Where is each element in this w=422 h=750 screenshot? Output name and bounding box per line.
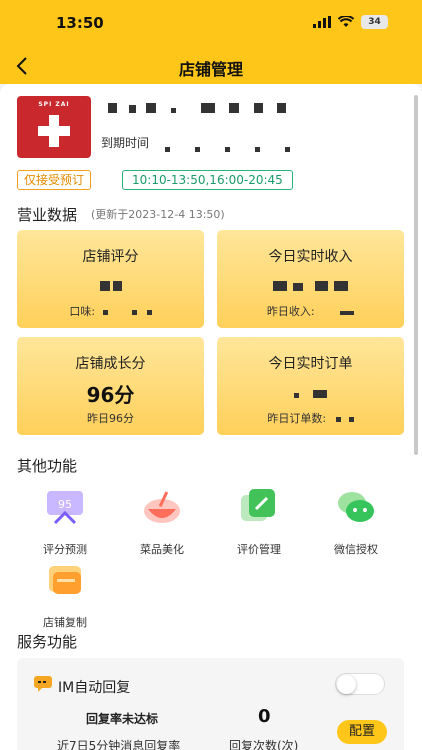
service-functions-title: 服务功能 xyxy=(17,633,78,651)
business-data-title: 营业数据 xyxy=(17,206,78,224)
func-score-predict[interactable]: 95 评分预测 xyxy=(25,487,105,557)
func-label: 微信授权 xyxy=(334,543,378,556)
logo-text: SPI ZAI xyxy=(38,101,70,108)
signal-icon xyxy=(313,16,331,28)
wifi-icon xyxy=(338,16,354,27)
shop-copy-icon xyxy=(49,566,81,594)
logo-mark-icon xyxy=(38,115,70,147)
toggle-knob xyxy=(337,675,356,694)
business-hours-tag: 10:10-13:50,16:00-20:45 xyxy=(122,170,293,190)
stat-sub-label: 昨日订单数: xyxy=(267,412,327,425)
stat-sub: 昨日96分 xyxy=(87,412,134,425)
chat-bubble-icon xyxy=(34,676,52,692)
func-label: 店铺复制 xyxy=(43,616,87,629)
shop-rating-card[interactable]: 店铺评分 口味: xyxy=(17,230,204,328)
scrollbar[interactable] xyxy=(414,95,418,455)
func-label: 菜品美化 xyxy=(140,543,184,556)
stat-value: 96分 xyxy=(86,383,135,407)
func-wechat-auth[interactable]: 微信授权 xyxy=(316,487,396,557)
func-shop-copy[interactable]: 店铺复制 xyxy=(25,560,105,630)
shop-logo[interactable]: SPI ZAI xyxy=(17,96,91,158)
review-manage-icon xyxy=(241,489,275,521)
wechat-icon xyxy=(338,492,374,522)
yesterday-income: 昨日收入: xyxy=(217,303,404,319)
other-functions-title: 其他功能 xyxy=(17,457,78,475)
func-label: 评价管理 xyxy=(237,543,281,556)
battery-level: 34 xyxy=(368,17,381,27)
stat-value-obscured xyxy=(217,272,404,296)
score-predict-icon: 95 xyxy=(47,491,83,525)
stat-title: 今日实时订单 xyxy=(268,356,353,372)
config-button[interactable]: 配置 xyxy=(337,720,387,744)
expire-date-obscured xyxy=(165,137,290,156)
status-time: 13:50 xyxy=(56,14,104,32)
growth-score-card[interactable]: 店铺成长分 96分 昨日96分 xyxy=(17,337,204,435)
func-dish-beautify[interactable]: 菜品美化 xyxy=(122,487,202,557)
reservation-only-tag: 仅接受预订 xyxy=(17,170,92,190)
im-auto-reply-title: IM自动回复 xyxy=(58,680,131,696)
taste-score: 口味: xyxy=(17,303,204,319)
reply-rate-caption: 近7日5分钟消息回复率 xyxy=(57,739,181,750)
func-review-manage[interactable]: 评价管理 xyxy=(219,487,299,557)
stat-value-obscured xyxy=(217,379,404,403)
battery-icon: 34 xyxy=(361,15,388,29)
reply-count-value: 0 xyxy=(258,706,271,727)
page-title: 店铺管理 xyxy=(178,60,243,79)
stat-title: 店铺评分 xyxy=(82,249,139,265)
stat-sub-label: 昨日收入: xyxy=(266,305,315,318)
stat-value-obscured xyxy=(17,272,204,296)
today-orders-card[interactable]: 今日实时订单 昨日订单数: xyxy=(217,337,404,435)
func-label: 评分预测 xyxy=(43,543,87,556)
shop-name-obscured xyxy=(108,98,286,113)
im-auto-reply-toggle[interactable] xyxy=(335,673,385,695)
reply-count-caption: 回复次数(次) xyxy=(229,739,299,750)
update-time: (更新于2023-12-4 13:50) xyxy=(91,208,225,221)
svg-text:95: 95 xyxy=(58,498,72,511)
expire-label: 到期时间 xyxy=(101,136,150,150)
stat-title: 店铺成长分 xyxy=(75,356,146,372)
reply-rate-status: 回复率未达标 xyxy=(86,712,159,726)
stat-title: 今日实时收入 xyxy=(268,249,353,265)
yesterday-orders: 昨日订单数: xyxy=(217,410,404,426)
today-income-card[interactable]: 今日实时收入 昨日收入: xyxy=(217,230,404,328)
dish-beautify-icon xyxy=(144,491,180,523)
status-icons: 34 xyxy=(313,15,388,29)
stat-sub-label: 口味: xyxy=(69,305,96,318)
